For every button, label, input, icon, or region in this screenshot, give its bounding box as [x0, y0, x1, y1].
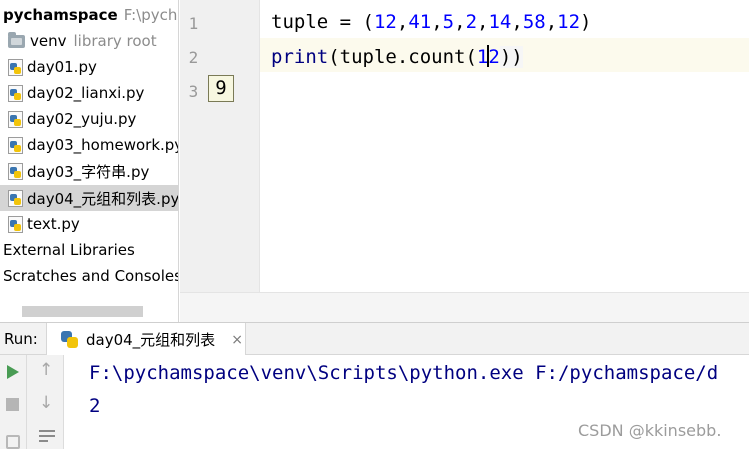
tree-item-external-libraries[interactable]: External Libraries — [0, 237, 178, 263]
project-root-name: pychamspace — [3, 6, 118, 24]
console-output-line: 2 — [89, 395, 101, 417]
code-number: 2 — [465, 11, 478, 33]
code-number: 2 — [488, 46, 500, 68]
run-tab-label: day04_元组和列表 — [86, 331, 216, 349]
tree-item-text[interactable]: text.py — [0, 211, 178, 237]
code-number: 12 — [373, 11, 397, 33]
tree-item-label: day03_字符串.py — [27, 162, 150, 181]
code-number: 5 — [442, 11, 455, 33]
project-horizontal-scrollbar[interactable] — [22, 306, 143, 317]
tree-item-day04-tuples-lists[interactable]: day04_元组和列表.py — [0, 185, 179, 211]
tree-item-label: venv — [30, 32, 67, 50]
tree-item-label: day03_homework.py — [27, 136, 179, 154]
code-editor[interactable]: 1 2 3 9 tuple = (12,41,5,2,14,58,12) pri… — [180, 0, 749, 292]
console-command-line: F:\pychamspace\venv\Scripts\python.exe F… — [89, 362, 719, 384]
close-icon[interactable]: × — [231, 332, 243, 348]
code-paren: )) — [499, 46, 523, 68]
tree-item-scratches[interactable]: Scratches and Consoles — [0, 263, 178, 289]
tree-item-day03-strings[interactable]: day03_字符串.py — [0, 158, 178, 184]
project-root-path: F:\pychar — [123, 6, 178, 24]
run-panel-label: Run: — [4, 330, 38, 348]
editor-gutter: 1 2 3 9 — [180, 0, 260, 292]
arrow-down-icon[interactable]: ↓ — [39, 395, 53, 412]
code-number: 41 — [408, 11, 432, 33]
python-file-icon — [8, 215, 23, 233]
library-root-label: library root — [73, 32, 157, 50]
tree-item-venv[interactable]: venv library root — [0, 28, 178, 54]
tree-item-day01[interactable]: day01.py — [0, 54, 178, 80]
stop-icon[interactable] — [6, 398, 19, 411]
arrow-up-icon[interactable]: ↑ — [39, 362, 53, 379]
tree-item-label: day02_yuju.py — [27, 110, 137, 128]
tree-item-day02-lianxi[interactable]: day02_lianxi.py — [0, 80, 178, 106]
code-paren: ) — [580, 11, 592, 33]
folder-icon — [8, 31, 25, 48]
tree-item-label: text.py — [27, 215, 80, 233]
code-operator: = ( — [328, 11, 374, 33]
python-icon — [61, 330, 79, 349]
line-number: 3 — [188, 82, 199, 101]
code-line-2[interactable]: print(tuple.count(12)) — [271, 45, 523, 68]
editor-bottom-area — [180, 292, 749, 322]
run-panel-header: Run: day04_元组和列表 × — [0, 322, 749, 356]
rerun-play-icon[interactable] — [7, 365, 19, 379]
line-number: 2 — [188, 48, 199, 67]
python-file-icon — [8, 58, 23, 76]
code-builtin-function: print — [271, 46, 329, 68]
tree-item-label: day02_lianxi.py — [27, 84, 145, 102]
line-number: 1 — [188, 14, 199, 33]
code-number: 12 — [557, 11, 581, 33]
project-panel: pychamspace F:\pychar venv library root d… — [0, 0, 179, 322]
tree-item-day03-homework[interactable]: day03_homework.py — [0, 132, 179, 158]
run-toolbar-primary — [0, 355, 27, 449]
watermark: CSDN @kkinsebb. — [578, 421, 722, 440]
inline-value-hint: 9 — [208, 75, 234, 102]
python-file-icon — [8, 162, 23, 180]
python-file-icon — [8, 189, 23, 207]
python-file-icon — [8, 84, 23, 102]
python-file-icon — [8, 110, 23, 128]
code-number: 58 — [522, 11, 546, 33]
run-config-tab[interactable]: day04_元组和列表 × — [46, 323, 246, 356]
tree-item-day02-yuju[interactable]: day02_yuju.py — [0, 106, 178, 132]
code-number: 14 — [488, 11, 512, 33]
python-file-icon — [8, 136, 23, 154]
restore-layout-icon[interactable] — [6, 435, 20, 449]
tree-item-label: day01.py — [27, 58, 97, 76]
code-call: (tuple.count( — [328, 46, 477, 68]
soft-wrap-icon[interactable] — [39, 430, 55, 444]
project-root[interactable]: pychamspace F:\pychar — [0, 2, 178, 28]
code-variable: tuple — [271, 11, 329, 33]
code-line-1[interactable]: tuple = (12,41,5,2,14,58,12) — [271, 11, 592, 33]
run-toolbar-secondary: ↑ ↓ — [27, 355, 64, 449]
tree-item-label: day04_元组和列表.py — [27, 189, 179, 208]
